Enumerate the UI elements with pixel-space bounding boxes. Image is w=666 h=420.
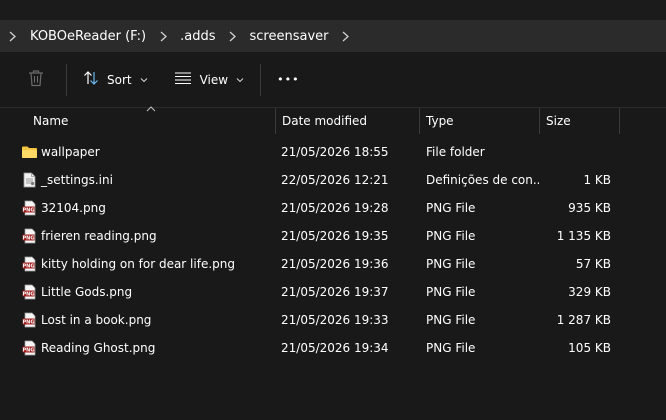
file-size: 105 KB <box>568 341 611 355</box>
file-row[interactable]: _settings.ini 22/05/2026 12:21 Definições … <box>0 166 666 194</box>
file-name-cell: PNG Lost in a book.png <box>0 312 275 328</box>
file-type: Definições de con... <box>426 173 539 187</box>
column-divider <box>619 108 620 134</box>
file-row[interactable]: PNG Little Gods.png 21/05/2026 19:37 PNG Fi… <box>0 278 666 306</box>
file-name: Lost in a book.png <box>41 313 152 327</box>
svg-text:PNG: PNG <box>22 319 34 325</box>
breadcrumb-item-drive[interactable]: KOBOeReader (F:) <box>24 29 152 44</box>
breadcrumb: KOBOeReader (F:) .adds screensaver <box>0 20 666 52</box>
svg-text:PNG: PNG <box>22 235 34 241</box>
svg-text:PNG: PNG <box>22 207 34 213</box>
file-name: _settings.ini <box>41 173 113 187</box>
file-date-modified: 21/05/2026 18:55 <box>281 145 389 159</box>
file-date-modified: 21/05/2026 19:28 <box>281 201 389 215</box>
chevron-right-icon[interactable] <box>0 31 24 42</box>
file-date-modified: 21/05/2026 19:37 <box>281 285 389 299</box>
file-type: PNG File <box>426 285 476 299</box>
file-type: PNG File <box>426 201 476 215</box>
file-name-cell: PNG Reading Ghost.png <box>0 340 275 356</box>
chevron-right-icon[interactable] <box>335 31 357 42</box>
chevron-right-icon[interactable] <box>152 31 174 42</box>
file-type: PNG File <box>426 313 476 327</box>
file-row[interactable]: PNG 32104.png 21/05/2026 19:28 PNG File 935 … <box>0 194 666 222</box>
file-date-modified: 21/05/2026 19:34 <box>281 341 389 355</box>
view-button[interactable]: View <box>166 64 252 96</box>
file-name-cell: _settings.ini <box>0 172 275 188</box>
file-size: 1 KB <box>583 173 611 187</box>
file-size: 57 KB <box>575 257 611 271</box>
toolbar-divider <box>66 63 67 96</box>
file-name: 32104.png <box>41 201 106 215</box>
file-date-modified: 21/05/2026 19:35 <box>281 229 389 243</box>
delete-button[interactable] <box>14 64 58 96</box>
png-file-icon: PNG <box>20 228 38 244</box>
file-name: frieren reading.png <box>41 229 157 243</box>
ini-file-icon <box>20 172 38 188</box>
more-options-icon: ••• <box>277 73 300 86</box>
png-file-icon: PNG <box>20 256 38 272</box>
sort-icon <box>83 70 99 89</box>
file-date-modified: 21/05/2026 19:33 <box>281 313 389 327</box>
folder-icon <box>20 144 38 160</box>
chevron-right-icon[interactable] <box>222 31 244 42</box>
file-name: Little Gods.png <box>41 285 133 299</box>
png-file-icon: PNG <box>20 312 38 328</box>
breadcrumb-item-screensaver[interactable]: screensaver <box>244 29 335 44</box>
column-header-size[interactable]: Size <box>539 108 619 134</box>
png-file-icon: PNG <box>20 284 38 300</box>
png-file-icon: PNG <box>20 200 38 216</box>
file-row[interactable]: PNG frieren reading.png 21/05/2026 19:35 PN… <box>0 222 666 250</box>
file-size: 1 287 KB <box>556 313 611 327</box>
file-name: wallpaper <box>41 145 100 159</box>
view-label: View <box>199 72 229 87</box>
file-row[interactable]: wallpaper 21/05/2026 18:55 File folder <box>0 138 666 166</box>
file-size: 1 135 KB <box>556 229 611 243</box>
file-name: Reading Ghost.png <box>41 341 156 355</box>
column-header-name[interactable]: Name <box>0 108 275 134</box>
column-header-type[interactable]: Type <box>419 108 539 134</box>
command-bar: Sort View ••• <box>0 52 666 108</box>
view-list-icon <box>174 71 192 88</box>
file-type: PNG File <box>426 341 476 355</box>
svg-text:PNG: PNG <box>22 263 34 269</box>
title-strip <box>0 0 666 20</box>
file-row[interactable]: PNG Reading Ghost.png 21/05/2026 19:34 PNG … <box>0 334 666 362</box>
file-name: kitty holding on for dear life.png <box>41 257 235 271</box>
file-name-cell: wallpaper <box>0 144 275 160</box>
toolbar-divider <box>260 63 262 96</box>
file-date-modified: 22/05/2026 12:21 <box>281 173 389 187</box>
svg-text:PNG: PNG <box>22 291 34 297</box>
sort-label: Sort <box>107 72 132 87</box>
file-date-modified: 21/05/2026 19:36 <box>281 257 389 271</box>
sort-button[interactable]: Sort <box>75 64 156 96</box>
file-type: File folder <box>426 145 485 159</box>
file-name-cell: PNG kitty holding on for dear life.png <box>0 256 275 272</box>
file-type: PNG File <box>426 229 476 243</box>
file-list: wallpaper 21/05/2026 18:55 File folder _set… <box>0 138 666 362</box>
more-options-button[interactable]: ••• <box>269 64 307 96</box>
chevron-down-icon <box>236 77 244 82</box>
png-file-icon: PNG <box>20 340 38 356</box>
file-name-cell: PNG 32104.png <box>0 200 275 216</box>
file-size: 329 KB <box>568 285 611 299</box>
chevron-down-icon <box>140 77 147 82</box>
file-type: PNG File <box>426 257 476 271</box>
breadcrumb-item-adds[interactable]: .adds <box>174 29 221 44</box>
file-row[interactable]: PNG kitty holding on for dear life.png 21/… <box>0 250 666 278</box>
file-size: 935 KB <box>568 201 611 215</box>
file-row[interactable]: PNG Lost in a book.png 21/05/2026 19:33 PNG… <box>0 306 666 334</box>
column-header-date-modified[interactable]: Date modified <box>275 108 419 134</box>
trash-icon <box>28 69 44 90</box>
svg-text:PNG: PNG <box>22 347 34 353</box>
column-header-row: Name Date modified Type Size <box>0 106 666 134</box>
file-name-cell: PNG frieren reading.png <box>0 228 275 244</box>
file-name-cell: PNG Little Gods.png <box>0 284 275 300</box>
